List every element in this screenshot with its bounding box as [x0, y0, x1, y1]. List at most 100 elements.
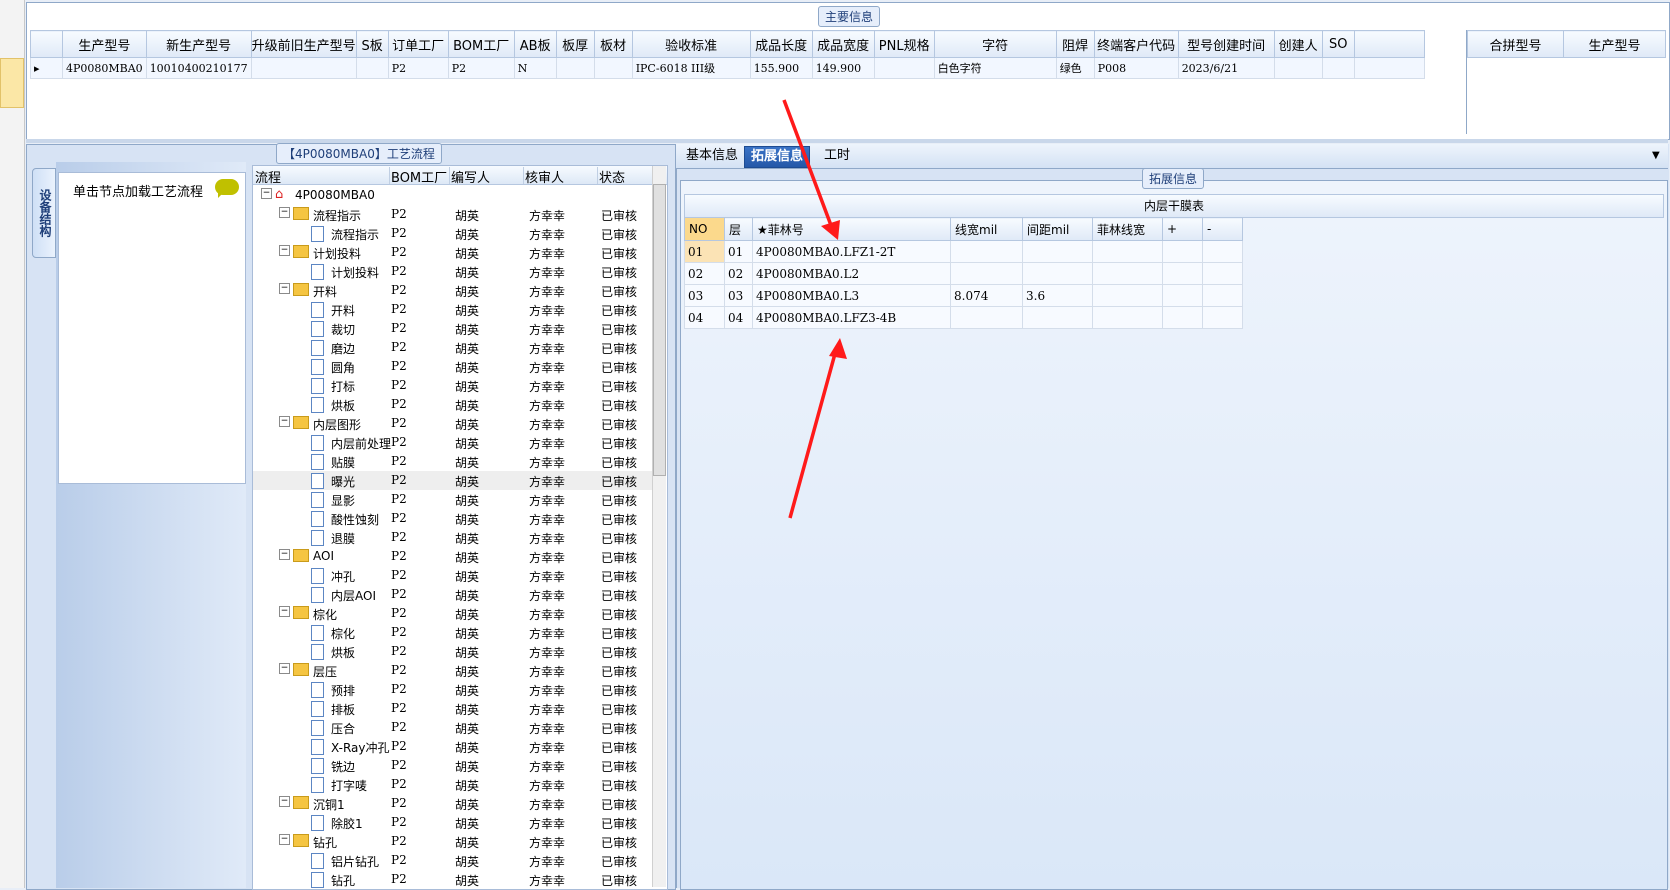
- column-header[interactable]: 订单工厂: [387, 30, 449, 58]
- table-cell[interactable]: 4P0080MBA0.LFZ3-4B: [752, 306, 951, 329]
- table-cell[interactable]: [1092, 284, 1163, 307]
- table-cell[interactable]: 4P0080MBA0.L3: [752, 284, 951, 307]
- tree-leaf-row[interactable]: 退膜 P2 胡英 方幸幸 已审核: [253, 528, 653, 547]
- table-cell[interactable]: 01: [724, 240, 753, 263]
- column-header[interactable]: NO: [684, 217, 725, 241]
- table-cell[interactable]: 绿色: [1055, 57, 1095, 79]
- expand-icon[interactable]: −: [279, 245, 290, 256]
- table-cell[interactable]: [1162, 306, 1203, 329]
- column-header[interactable]: 新生产型号: [145, 30, 252, 58]
- table-cell[interactable]: 04: [724, 306, 753, 329]
- column-header[interactable]: 创建人: [1273, 30, 1323, 58]
- column-header[interactable]: 终端客户代码: [1093, 30, 1179, 58]
- tree-leaf-row[interactable]: 显影 P2 胡英 方幸幸 已审核: [253, 490, 653, 509]
- table-cell[interactable]: [873, 57, 935, 79]
- column-header[interactable]: 菲林线宽: [1092, 217, 1163, 241]
- table-cell[interactable]: [1022, 306, 1093, 329]
- table-cell[interactable]: [1092, 306, 1163, 329]
- tree-leaf-row[interactable]: 裁切 P2 胡英 方幸幸 已审核: [253, 319, 653, 338]
- tree-folder-row[interactable]: − 棕化 P2 胡英 方幸幸 已审核: [253, 604, 653, 623]
- tree-leaf-row[interactable]: 压合 P2 胡英 方幸幸 已审核: [253, 718, 653, 737]
- column-header[interactable]: SO: [1321, 30, 1355, 58]
- merge-grid[interactable]: 合拼型号 生产型号: [1467, 30, 1666, 58]
- expand-icon[interactable]: −: [279, 796, 290, 807]
- table-cell[interactable]: 3.6: [1022, 284, 1093, 307]
- tree-leaf-row[interactable]: 曝光 P2 胡英 方幸幸 已审核: [253, 471, 653, 490]
- tree-folder-row[interactable]: − 沉铜1 P2 胡英 方幸幸 已审核: [253, 794, 653, 813]
- tree-leaf-row[interactable]: 烘板 P2 胡英 方幸幸 已审核: [253, 395, 653, 414]
- table-row[interactable]: 04 04 4P0080MBA0.LFZ3-4B: [684, 306, 1243, 329]
- expand-icon[interactable]: −: [279, 416, 290, 427]
- column-header[interactable]: +: [1162, 217, 1203, 241]
- table-cell[interactable]: P2: [387, 57, 449, 79]
- column-header[interactable]: PNL规格: [873, 30, 935, 58]
- column-header[interactable]: 验收标准: [631, 30, 751, 58]
- table-cell[interactable]: [1202, 262, 1243, 285]
- tree-folder-row[interactable]: − AOI P2 胡英 方幸幸 已审核: [253, 547, 653, 566]
- tree-column-header[interactable]: BOM工厂: [389, 167, 450, 186]
- table-cell[interactable]: 02: [724, 262, 753, 285]
- table-row[interactable]: 01 01 4P0080MBA0.LFZ1-2T: [684, 240, 1243, 263]
- table-cell[interactable]: [355, 57, 389, 79]
- column-header[interactable]: 板厚: [555, 30, 595, 58]
- table-cell[interactable]: P2: [447, 57, 515, 79]
- side-tab-equipment[interactable]: 设备结构: [32, 168, 56, 258]
- row-indicator[interactable]: ▸: [30, 57, 63, 79]
- expand-icon[interactable]: −: [261, 188, 272, 199]
- tree-leaf-row[interactable]: 计划投料 P2 胡英 方幸幸 已审核: [253, 262, 653, 281]
- tree-leaf-row[interactable]: 磨边 P2 胡英 方幸幸 已审核: [253, 338, 653, 357]
- table-cell[interactable]: [1202, 284, 1243, 307]
- table-cell[interactable]: [1162, 262, 1203, 285]
- column-header[interactable]: 字符: [933, 30, 1057, 58]
- tree-folder-row[interactable]: − 流程指示 P2 胡英 方幸幸 已审核: [253, 205, 653, 224]
- table-cell[interactable]: [1022, 240, 1093, 263]
- dropdown-arrow-icon[interactable]: ▼: [1652, 150, 1660, 161]
- table-cell[interactable]: 4P0080MBA0.L2: [752, 262, 951, 285]
- tab-basic-info[interactable]: 基本信息: [680, 146, 744, 166]
- tree-leaf-row[interactable]: 内层AOI P2 胡英 方幸幸 已审核: [253, 585, 653, 604]
- tree-column-header[interactable]: 编写人: [449, 167, 524, 186]
- column-header[interactable]: 间距mil: [1022, 217, 1093, 241]
- column-header[interactable]: S板: [355, 30, 389, 58]
- tree-leaf-row[interactable]: 排板 P2 胡英 方幸幸 已审核: [253, 699, 653, 718]
- tree-leaf-row[interactable]: 圆角 P2 胡英 方幸幸 已审核: [253, 357, 653, 376]
- tree-folder-row[interactable]: − 钻孔 P2 胡英 方幸幸 已审核: [253, 832, 653, 851]
- table-row[interactable]: 02 02 4P0080MBA0.L2: [684, 262, 1243, 285]
- tree-column-header[interactable]: 状态: [597, 167, 660, 186]
- tree-leaf-row[interactable]: 预排 P2 胡英 方幸幸 已审核: [253, 680, 653, 699]
- column-header[interactable]: ★菲林号: [752, 217, 951, 241]
- main-info-grid[interactable]: 生产型号 新生产型号 升级前旧生产型号 S板 订单工厂 BOM工厂 AB板 板厚 板材 验收标准成…: [30, 30, 1425, 79]
- row-number-cell[interactable]: 03: [684, 284, 725, 307]
- table-cell[interactable]: [1202, 240, 1243, 263]
- table-cell[interactable]: 03: [724, 284, 753, 307]
- table-cell[interactable]: [950, 240, 1023, 263]
- tree-folder-row[interactable]: − 开料 P2 胡英 方幸幸 已审核: [253, 281, 653, 300]
- column-header[interactable]: 板材: [593, 30, 633, 58]
- row-number-cell[interactable]: 02: [684, 262, 725, 285]
- expand-icon[interactable]: −: [279, 834, 290, 845]
- table-cell[interactable]: [1092, 240, 1163, 263]
- table-cell[interactable]: 4P0080MBA0: [62, 57, 147, 79]
- tree-leaf-row[interactable]: 烘板 P2 胡英 方幸幸 已审核: [253, 642, 653, 661]
- table-cell[interactable]: [1162, 284, 1203, 307]
- column-header[interactable]: 升级前旧生产型号: [250, 30, 357, 58]
- table-cell[interactable]: 10010400210177: [145, 57, 252, 79]
- tree-root-row[interactable]: − ⌂ 4P0080MBA0: [253, 186, 653, 205]
- inner-dry-film-grid[interactable]: NO 层 ★菲林号 线宽mil 间距mil 菲林线宽 + -01 01 4P0080MBA0.LF…: [684, 217, 1243, 329]
- tree-column-header[interactable]: 流程: [253, 167, 390, 186]
- tree-folder-row[interactable]: − 层压 P2 胡英 方幸幸 已审核: [253, 661, 653, 680]
- table-cell[interactable]: 149.900: [811, 57, 875, 79]
- table-cell[interactable]: [1092, 262, 1163, 285]
- table-cell[interactable]: [555, 57, 595, 79]
- column-header[interactable]: AB板: [513, 30, 557, 58]
- table-row[interactable]: ▸ 4P0080MBA0 10010400210177 P2 P2 N IPC-6018 I…: [30, 57, 1425, 79]
- column-header[interactable]: 线宽mil: [950, 217, 1023, 241]
- table-cell[interactable]: [1022, 262, 1093, 285]
- expand-icon[interactable]: −: [279, 606, 290, 617]
- tab-work-hours[interactable]: 工时: [818, 146, 856, 166]
- column-header[interactable]: 层: [724, 217, 753, 241]
- expand-icon[interactable]: −: [279, 663, 290, 674]
- expand-icon[interactable]: −: [279, 549, 290, 560]
- expand-icon[interactable]: −: [279, 207, 290, 218]
- tree-column-header[interactable]: 核审人: [523, 167, 598, 186]
